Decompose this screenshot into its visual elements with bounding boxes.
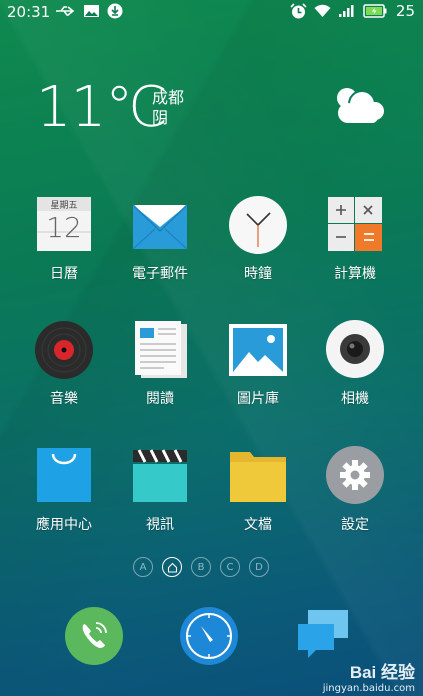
app-label: 計算機	[334, 266, 376, 282]
app-settings[interactable]: 設定	[310, 446, 400, 534]
gallery-icon	[227, 320, 289, 382]
page-dot-c[interactable]: C	[220, 557, 240, 577]
calculator-icon	[324, 195, 386, 257]
watermark-logo: Bai 经验	[349, 663, 415, 682]
app-label: 時鐘	[244, 266, 272, 282]
app-calendar[interactable]: 星期五 12 日曆	[19, 195, 109, 283]
alarm-icon	[290, 2, 307, 19]
clock-icon	[227, 195, 289, 257]
app-reader[interactable]: 閱讀	[115, 320, 205, 408]
watermark-url: jingyan.baidu.com	[322, 683, 415, 694]
cloud-icon[interactable]	[332, 84, 386, 132]
watermark: Bai 经验 jingyan.baidu.com	[323, 658, 415, 694]
weather-condition: 阴	[152, 108, 169, 127]
video-icon	[129, 446, 191, 508]
app-documents[interactable]: 文檔	[213, 446, 303, 534]
app-camera[interactable]: 相機	[310, 320, 400, 408]
image-icon	[83, 3, 100, 19]
music-icon	[33, 320, 95, 382]
app-store[interactable]: 應用中心	[19, 446, 109, 534]
app-label: 音樂	[50, 391, 78, 407]
app-label: 電子郵件	[132, 266, 188, 282]
battery-percent: 25	[395, 2, 415, 20]
app-label: 日曆	[50, 266, 78, 282]
folder-icon	[227, 446, 289, 508]
phone-icon[interactable]	[64, 606, 124, 670]
app-clock[interactable]: 時鐘	[213, 195, 303, 283]
download-icon	[107, 3, 123, 19]
signal-icon	[338, 3, 356, 19]
page-dot-a[interactable]: A	[133, 557, 153, 577]
calendar-weekday: 星期五	[50, 201, 78, 211]
calendar-icon: 星期五 12	[33, 195, 95, 257]
camera-icon	[324, 320, 386, 382]
app-store-icon	[33, 446, 95, 508]
home-icon[interactable]	[162, 557, 182, 577]
status-time: 20:31	[7, 3, 51, 21]
page-dot-d[interactable]: D	[249, 557, 269, 577]
app-video[interactable]: 視訊	[115, 446, 205, 534]
app-label: 閱讀	[146, 391, 174, 407]
app-email[interactable]: 電子郵件	[115, 195, 205, 283]
app-label: 設定	[341, 517, 369, 533]
app-music[interactable]: 音樂	[19, 320, 109, 408]
browser-icon[interactable]	[179, 606, 239, 670]
wifi-icon	[314, 3, 331, 19]
page-indicator: A B C D	[133, 557, 269, 577]
email-icon	[129, 195, 191, 257]
reader-icon	[129, 320, 191, 382]
status-bar: 20:31 25	[0, 0, 423, 24]
weather-temperature: 11℃	[36, 75, 168, 140]
app-label: 圖片庫	[237, 391, 279, 407]
settings-icon	[324, 446, 386, 508]
calendar-day: 12	[46, 211, 82, 244]
app-calculator[interactable]: 計算機	[310, 195, 400, 283]
app-label: 文檔	[244, 517, 272, 533]
battery-icon	[363, 3, 387, 19]
page-dot-b[interactable]: B	[191, 557, 211, 577]
app-label: 視訊	[146, 517, 174, 533]
usb-icon	[55, 3, 75, 19]
app-gallery[interactable]: 圖片庫	[213, 320, 303, 408]
app-label: 相機	[341, 391, 369, 407]
weather-city: 成都	[152, 88, 185, 107]
app-label: 應用中心	[36, 517, 92, 533]
